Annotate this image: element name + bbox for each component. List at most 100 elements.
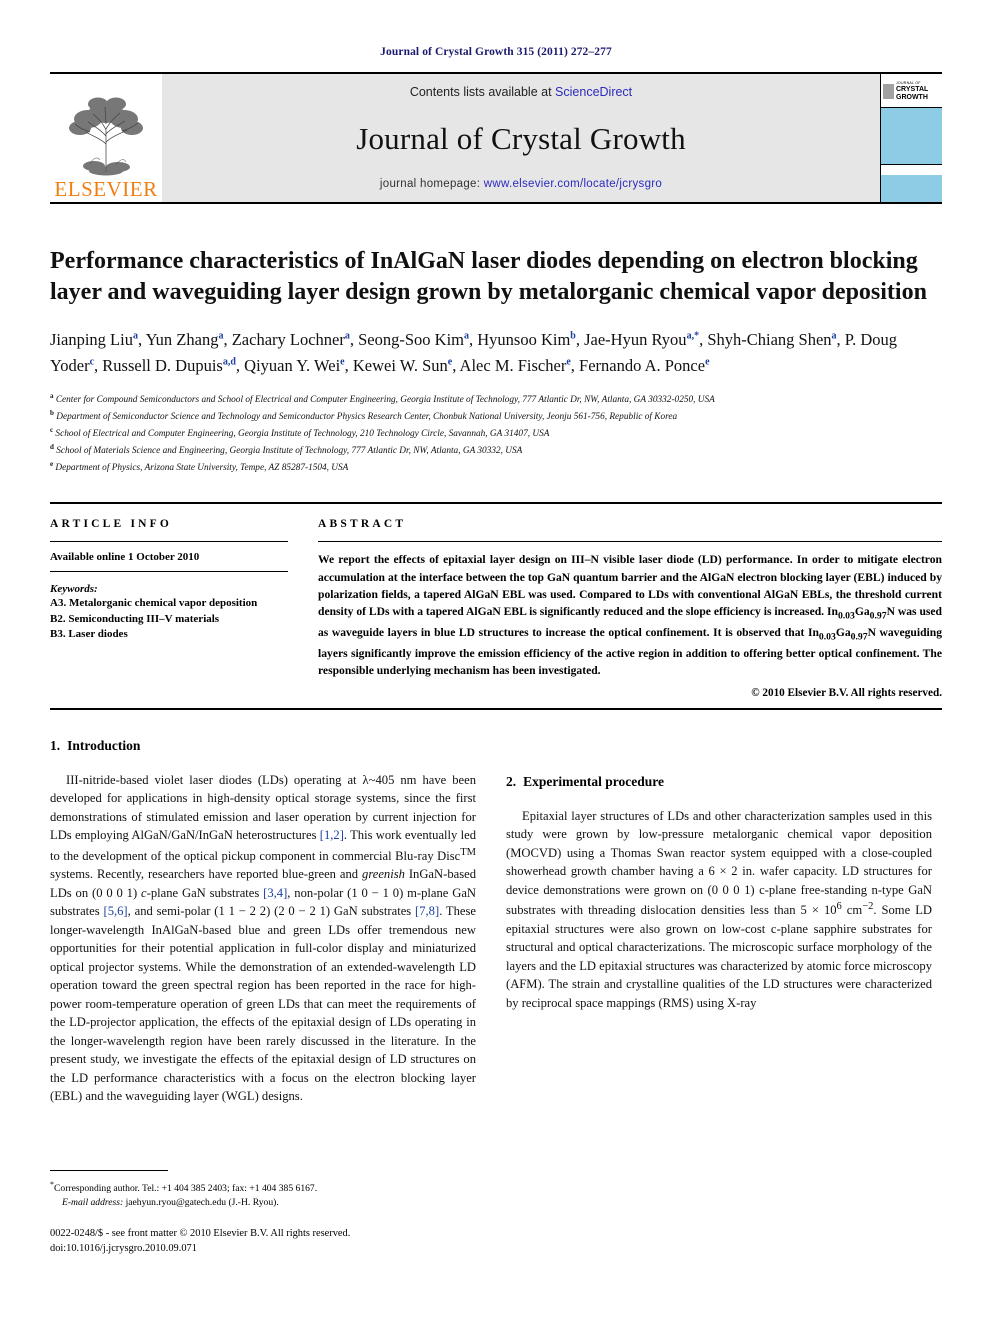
journal-homepage-link[interactable]: www.elsevier.com/locate/jcrysgro xyxy=(484,178,662,190)
elsevier-logo: ELSEVIER xyxy=(50,74,162,202)
footnote-block: *Corresponding author. Tel.: +1 404 385 … xyxy=(50,1170,476,1256)
keywords-label: Keywords: xyxy=(50,583,98,596)
subscript: 0.03 xyxy=(837,610,855,622)
cover-title-line2: CRYSTAL xyxy=(896,85,929,93)
affiliation-item: b Department of Semiconductor Science an… xyxy=(50,408,942,425)
corresponding-author-text: Corresponding author. Tel.: +1 404 385 2… xyxy=(54,1183,318,1195)
subscript: 0.97 xyxy=(850,631,868,643)
journal-masthead: ELSEVIER Contents lists available at Sci… xyxy=(50,72,942,204)
affiliation-list: a Center for Compound Semiconductors and… xyxy=(50,391,942,477)
affiliation-item: d School of Materials Science and Engine… xyxy=(50,442,942,459)
subscript: 0.03 xyxy=(818,631,836,643)
cover-image-panel-top xyxy=(881,108,942,165)
elsevier-wordmark: ELSEVIER xyxy=(54,177,158,201)
citation-link[interactable]: [3,4] xyxy=(263,886,287,900)
paper-page: Journal of Crystal Growth 315 (2011) 272… xyxy=(0,0,992,1323)
author-affiliation-marker: a xyxy=(132,330,138,342)
author-name: Hyunsoo Kim xyxy=(477,330,571,350)
section-number-1: 1. xyxy=(50,737,61,753)
corresponding-author-note: *Corresponding author. Tel.: +1 404 385 … xyxy=(50,1179,476,1196)
author-affiliation-marker: e xyxy=(566,356,571,368)
keywords-rule xyxy=(50,571,288,573)
body-columns: 1. Introduction III-nitride-based violet … xyxy=(50,738,942,1109)
citation-link[interactable]: [1,2] xyxy=(320,828,344,842)
abstract-copyright: © 2010 Elsevier B.V. All rights reserved… xyxy=(751,686,942,699)
affiliation-text: School of Materials Science and Engineer… xyxy=(53,446,523,457)
footnote-rule xyxy=(50,1170,168,1171)
citation-link[interactable]: [7,8] xyxy=(415,904,439,918)
author-affiliation-marker: c xyxy=(89,356,95,368)
cover-image-panel-bottom xyxy=(881,175,942,202)
author-affiliation-marker: a xyxy=(218,330,224,342)
running-head: Journal of Crystal Growth 315 (2011) 272… xyxy=(380,46,612,58)
author-name: Alec M. Fischer xyxy=(459,355,567,375)
info-abstract-block: ARTICLE INFO Available online 1 October … xyxy=(50,502,942,699)
cover-divider xyxy=(881,165,942,175)
author-name: Zachary Lochner xyxy=(231,330,345,350)
keyword-item: B2. Semiconducting III–V materials xyxy=(50,612,220,625)
cover-title: JOURNAL OF CRYSTAL GROWTH xyxy=(896,81,928,101)
contents-prefix: Contents lists available at xyxy=(409,85,552,99)
author-name: Russell D. Dupuis xyxy=(102,355,223,375)
superscript: TM xyxy=(460,846,476,858)
imprint-line-2[interactable]: doi:10.1016/j.jcrysgro.2010.09.071 xyxy=(50,1241,476,1256)
superscript: 6 xyxy=(836,901,842,913)
author-name: Shyh-Chiang Shen xyxy=(707,330,832,350)
imprint-block: 0022-0248/$ - see front matter © 2010 El… xyxy=(50,1226,476,1256)
heading-experimental: 2. Experimental procedure xyxy=(506,774,932,790)
article-info-heading: ARTICLE INFO xyxy=(50,518,173,531)
citation-link[interactable]: [5,6] xyxy=(104,904,128,918)
email-address[interactable]: jaehyun.ryou@gatech.edu (J.-H. Ryou). xyxy=(126,1197,279,1208)
author-affiliation-marker: a xyxy=(344,330,350,342)
subscript: 0.97 xyxy=(869,610,887,622)
italic-run: c xyxy=(141,885,147,900)
abstract-rule xyxy=(318,541,942,543)
author-affiliation-marker: e xyxy=(447,356,453,368)
author-affiliation-marker: a,d xyxy=(222,356,236,368)
author-affiliation-marker: a xyxy=(464,330,469,342)
journal-title: Journal of Crystal Growth xyxy=(356,121,686,156)
author-list: Jianping Liua, Yun Zhanga, Zachary Lochn… xyxy=(50,330,898,375)
affiliation-text: Department of Semiconductor Science and … xyxy=(53,411,678,422)
abstract-bottom-rule xyxy=(50,707,942,710)
author-name: Kewei W. Sun xyxy=(352,355,448,375)
author-affiliation-marker: b xyxy=(570,330,576,342)
experimental-paragraph: Epitaxial layer structures of LDs and ot… xyxy=(506,808,932,1010)
homepage-prefix: journal homepage: xyxy=(379,178,481,190)
affiliation-text: Department of Physics, Arizona State Uni… xyxy=(53,463,349,474)
keyword-item: A3. Metalorganic chemical vapor depositi… xyxy=(50,597,258,610)
section-title-1: Introduction xyxy=(67,737,141,753)
keyword-item: B3. Laser diodes xyxy=(50,628,128,641)
affiliation-text: Center for Compound Semiconductors and S… xyxy=(53,394,715,405)
author-name: Qiyuan Y. Wei xyxy=(244,355,341,375)
email-label: E-mail address: xyxy=(62,1197,124,1209)
masthead-center-band: Contents lists available at ScienceDirec… xyxy=(162,74,880,202)
section-number-2: 2. xyxy=(506,773,517,789)
article-info-rule xyxy=(50,541,288,543)
elsevier-tree-icon xyxy=(69,97,143,176)
author-affiliation-marker: e xyxy=(705,356,710,368)
journal-homepage-line: journal homepage: www.elsevier.com/locat… xyxy=(380,178,662,190)
author-affiliation-marker: a xyxy=(831,330,837,342)
affiliation-item: c School of Electrical and Computer Engi… xyxy=(50,425,942,442)
article-title: Performance characteristics of InAlGaN l… xyxy=(50,248,927,306)
italic-run: greenish xyxy=(362,867,405,882)
author-name: Jianping Liu xyxy=(50,330,133,350)
section-title-2: Experimental procedure xyxy=(523,773,664,789)
abstract-column: ABSTRACT We report the effects of epitax… xyxy=(318,518,942,699)
sciencedirect-link[interactable]: ScienceDirect xyxy=(555,85,632,99)
author-name: Seong-Soo Kim xyxy=(358,330,464,350)
affiliation-item: e Department of Physics, Arizona State U… xyxy=(50,459,942,476)
author-name: Yun Zhang xyxy=(145,330,219,350)
author-name: Jae-Hyun Ryou xyxy=(584,330,687,350)
cover-title-line3: GROWTH xyxy=(896,93,928,101)
abstract-text: We report the effects of epitaxial layer… xyxy=(318,553,943,678)
keywords-list: A3. Metalorganic chemical vapor depositi… xyxy=(50,596,288,643)
email-note: E-mail address: jaehyun.ryou@gatech.edu … xyxy=(50,1196,476,1210)
cover-mini-logo-icon xyxy=(883,84,894,99)
contents-available-line: Contents lists available at ScienceDirec… xyxy=(410,85,632,99)
affiliation-text: School of Electrical and Computer Engine… xyxy=(53,428,550,439)
available-online: Available online 1 October 2010 xyxy=(50,551,200,564)
superscript: −2 xyxy=(862,901,874,913)
affiliation-item: a Center for Compound Semiconductors and… xyxy=(50,391,942,408)
